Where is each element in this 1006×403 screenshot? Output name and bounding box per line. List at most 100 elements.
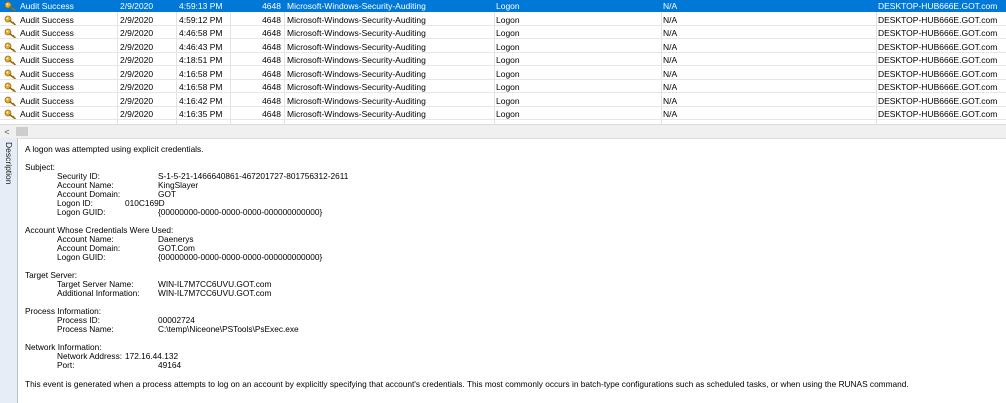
computer-cell: DESKTOP-HUB666E.GOT.com xyxy=(878,95,998,106)
key-icon xyxy=(4,82,16,92)
event-id-cell: 4648 xyxy=(262,28,281,38)
user-cell: N/A xyxy=(663,95,678,106)
time-cell: 4:16:35 PM xyxy=(179,109,223,119)
source-cell: Microsoft-Windows-Security-Auditing xyxy=(287,82,426,92)
user-cell: N/A xyxy=(663,82,678,92)
event-footer-text: This event is generated when a process a… xyxy=(25,379,909,389)
level-cell: Audit Success xyxy=(20,1,74,11)
additional-info-value: WIN-IL7M7CC6UVU.GOT.com xyxy=(158,288,272,298)
date-cell: 2/9/2020 xyxy=(120,28,154,38)
computer-cell: DESKTOP-HUB666E.GOT.com xyxy=(878,1,998,11)
cred-logon-guid-value: {00000000-0000-0000-0000-000000000000} xyxy=(158,252,323,262)
time-cell: 4:46:58 PM xyxy=(179,28,223,38)
port-label: Port: xyxy=(57,360,75,370)
scroll-left-button[interactable]: < xyxy=(0,125,14,138)
user-cell: N/A xyxy=(663,1,678,11)
date-cell: 2/9/2020 xyxy=(120,95,154,106)
subject-header: Subject: xyxy=(25,162,55,172)
port-value: 49164 xyxy=(158,360,182,370)
time-cell: 4:16:42 PM xyxy=(179,95,223,106)
key-icon xyxy=(4,15,16,25)
user-cell: N/A xyxy=(663,55,678,65)
time-cell: 4:59:13 PM xyxy=(179,1,223,11)
level-cell: Audit Success xyxy=(20,55,74,65)
event-intro: A logon was attempted using explicit cre… xyxy=(25,144,204,154)
event-id-cell: 4648 xyxy=(262,109,281,119)
event-id-cell: 4648 xyxy=(262,14,281,25)
event-id-cell: 4648 xyxy=(262,41,281,52)
level-cell: Audit Success xyxy=(20,95,74,106)
cred-logon-guid-label: Logon GUID: xyxy=(57,252,106,262)
task-category-cell: Logon xyxy=(496,68,520,79)
level-cell: Audit Success xyxy=(20,41,74,52)
additional-info-label: Additional Information: xyxy=(57,288,140,298)
event-row[interactable]: Audit Success 2/9/2020 4:16:58 PM 4648 Micro… xyxy=(0,81,1006,93)
user-cell: N/A xyxy=(663,14,678,25)
description-tab[interactable]: Description xyxy=(0,138,18,403)
date-cell: 2/9/2020 xyxy=(120,1,154,11)
computer-cell: DESKTOP-HUB666E.GOT.com xyxy=(878,41,998,52)
scroll-thumb[interactable] xyxy=(16,127,28,136)
event-row[interactable]: Audit Success 2/9/2020 4:16:58 PM 4648 Micro… xyxy=(0,68,1006,80)
event-row[interactable]: Audit Success 2/9/2020 4:18:51 PM 4648 Micro… xyxy=(0,54,1006,66)
event-list: Audit Success 2/9/2020 4:59:13 PM 4648 Micro… xyxy=(0,0,1006,124)
event-id-cell: 4648 xyxy=(262,68,281,79)
level-cell: Audit Success xyxy=(20,14,74,25)
logon-guid-value: {00000000-0000-0000-0000-000000000000} xyxy=(158,207,323,217)
description-tab-label: Description xyxy=(4,142,14,185)
task-category-cell: Logon xyxy=(496,95,520,106)
computer-cell: DESKTOP-HUB666E.GOT.com xyxy=(878,109,998,119)
date-cell: 2/9/2020 xyxy=(120,55,154,65)
time-cell: 4:59:12 PM xyxy=(179,14,223,25)
date-cell: 2/9/2020 xyxy=(120,82,154,92)
task-category-cell: Logon xyxy=(496,28,520,38)
date-cell: 2/9/2020 xyxy=(120,14,154,25)
event-row[interactable]: Audit Success 2/9/2020 4:46:43 PM 4648 Micro… xyxy=(0,41,1006,53)
source-cell: Microsoft-Windows-Security-Auditing xyxy=(287,1,426,11)
event-row[interactable]: Audit Success 2/9/2020 4:59:12 PM 4648 Micro… xyxy=(0,14,1006,26)
computer-cell: DESKTOP-HUB666E.GOT.com xyxy=(878,28,998,38)
level-cell: Audit Success xyxy=(20,28,74,38)
process-name-label: Process Name: xyxy=(57,324,114,334)
time-cell: 4:18:51 PM xyxy=(179,55,223,65)
level-cell: Audit Success xyxy=(20,68,74,79)
event-row[interactable]: Audit Success 2/9/2020 4:46:58 PM 4648 Micro… xyxy=(0,27,1006,39)
computer-cell: DESKTOP-HUB666E.GOT.com xyxy=(878,14,998,25)
date-cell: 2/9/2020 xyxy=(120,68,154,79)
task-category-cell: Logon xyxy=(496,41,520,52)
chevron-left-icon: < xyxy=(4,126,10,137)
key-icon xyxy=(4,28,16,38)
source-cell: Microsoft-Windows-Security-Auditing xyxy=(287,14,426,25)
event-id-cell: 4648 xyxy=(262,82,281,92)
level-cell: Audit Success xyxy=(20,109,74,119)
task-category-cell: Logon xyxy=(496,82,520,92)
key-icon xyxy=(4,1,16,11)
user-cell: N/A xyxy=(663,109,678,119)
process-name-value: C:\temp\Niceone\PSTools\PsExec.exe xyxy=(158,324,299,334)
key-icon xyxy=(4,55,16,65)
task-category-cell: Logon xyxy=(496,1,520,11)
source-cell: Microsoft-Windows-Security-Auditing xyxy=(287,55,426,65)
date-cell: 2/9/2020 xyxy=(120,109,154,119)
source-cell: Microsoft-Windows-Security-Auditing xyxy=(287,95,426,106)
computer-cell: DESKTOP-HUB666E.GOT.com xyxy=(878,55,998,65)
event-id-cell: 4648 xyxy=(262,95,281,106)
date-cell: 2/9/2020 xyxy=(120,41,154,52)
event-id-cell: 4648 xyxy=(262,1,281,11)
computer-cell: DESKTOP-HUB666E.GOT.com xyxy=(878,82,998,92)
event-row[interactable]: Audit Success 2/9/2020 4:16:42 PM 4648 Micro… xyxy=(0,95,1006,107)
key-icon xyxy=(4,109,16,119)
logon-guid-label: Logon GUID: xyxy=(57,207,106,217)
key-icon xyxy=(4,96,16,106)
task-category-cell: Logon xyxy=(496,109,520,119)
task-category-cell: Logon xyxy=(496,14,520,25)
time-cell: 4:46:43 PM xyxy=(179,41,223,52)
horizontal-scrollbar[interactable]: < xyxy=(0,124,1006,138)
event-row[interactable]: Audit Success 2/9/2020 4:16:35 PM 4648 Micro… xyxy=(0,108,1006,120)
source-cell: Microsoft-Windows-Security-Auditing xyxy=(287,28,426,38)
event-row-selected[interactable]: Audit Success 2/9/2020 4:59:13 PM 4648 Micro… xyxy=(0,0,1006,12)
user-cell: N/A xyxy=(663,28,678,38)
time-cell: 4:16:58 PM xyxy=(179,82,223,92)
event-id-cell: 4648 xyxy=(262,55,281,65)
key-icon xyxy=(4,69,16,79)
